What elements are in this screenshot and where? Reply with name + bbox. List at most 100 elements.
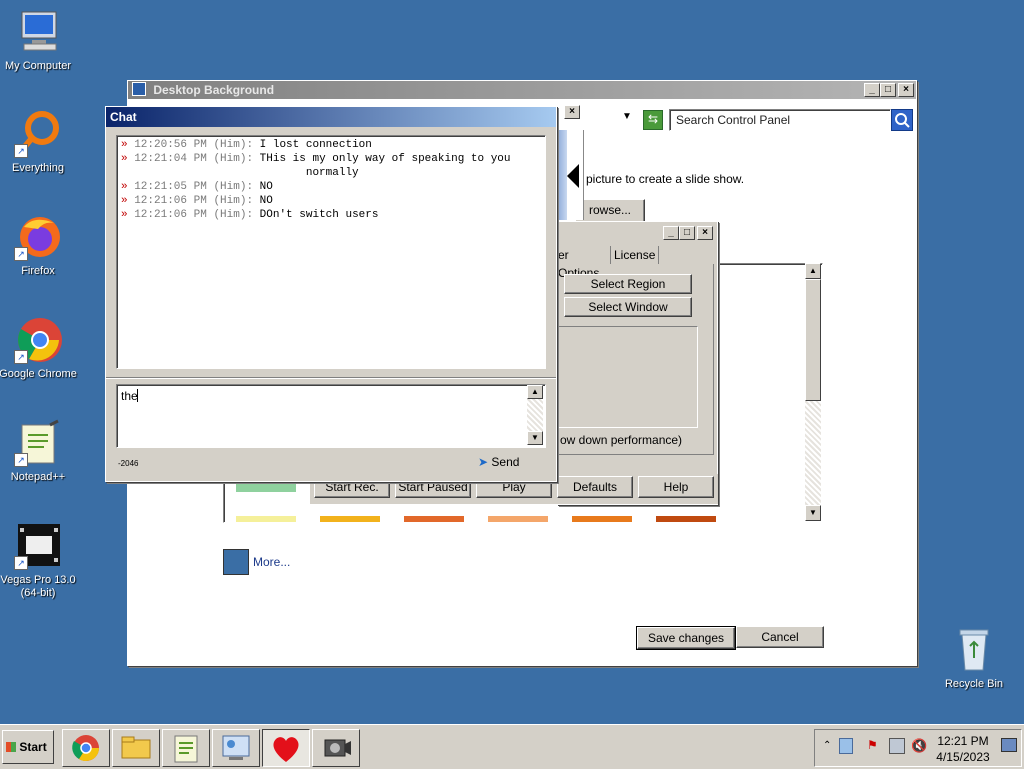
shortcut-arrow-icon: ↗ xyxy=(14,350,28,364)
collapse-arrow-icon[interactable] xyxy=(567,164,579,188)
color-swatch[interactable] xyxy=(488,516,548,522)
show-desktop-icon[interactable] xyxy=(1001,738,1017,752)
desktop-icon-label: Google Chrome xyxy=(0,368,77,380)
browse-button[interactable]: rowse... xyxy=(575,199,645,223)
chat-message: » 12:21:06 PM (Him): NO xyxy=(121,194,541,208)
maximize-button[interactable]: □ xyxy=(880,83,896,97)
tab-license[interactable]: License xyxy=(614,246,659,264)
recorder-minimize-button[interactable]: _ xyxy=(663,226,679,240)
select-window-button[interactable]: Select Window xyxy=(564,297,692,317)
more-color-swatch[interactable] xyxy=(223,549,249,575)
hidden-window-close-button[interactable]: × xyxy=(564,105,580,119)
desktop-icon-recycle-bin[interactable]: Recycle Bin xyxy=(934,626,1014,691)
chat-title: Chat xyxy=(110,110,137,124)
network-icon[interactable] xyxy=(889,738,905,754)
shortcut-arrow-icon: ↗ xyxy=(14,144,28,158)
message-timestamp: 12:21:05 PM xyxy=(134,181,207,193)
message-marker-icon: » xyxy=(121,209,135,221)
clock-date[interactable]: 4/15/2023 xyxy=(933,750,993,764)
desktop-icon-label: Vegas Pro 13.0 (64-bit) xyxy=(0,574,76,599)
taskbar-chrome[interactable] xyxy=(62,729,110,767)
defaults-button[interactable]: Defaults xyxy=(557,476,633,498)
message-marker-icon: » xyxy=(121,195,135,207)
chat-message: » 12:21:05 PM (Him): NO xyxy=(121,180,541,194)
send-button[interactable]: ➤ Send xyxy=(478,455,528,471)
chat-input[interactable]: the ▲ ▼ xyxy=(116,384,546,448)
window-app-icon xyxy=(132,82,146,96)
cancel-button[interactable]: Cancel xyxy=(736,626,824,648)
refresh-button[interactable]: ⇆ xyxy=(643,110,663,130)
color-swatch[interactable] xyxy=(320,516,380,522)
message-sender: (Him): xyxy=(213,181,254,193)
recorder-close-button[interactable]: × xyxy=(697,226,713,240)
taskbar-control-panel[interactable] xyxy=(212,729,260,767)
chat-input-scrollbar[interactable]: ▲ ▼ xyxy=(527,385,543,445)
color-swatch[interactable] xyxy=(656,516,716,522)
chat-message: » 12:21:04 PM (Him): THis is my only way… xyxy=(121,152,541,166)
chat-message: » 12:21:06 PM (Him): DOn't switch users xyxy=(121,208,541,222)
chat-messages: » 12:20:56 PM (Him): I lost connection» … xyxy=(117,136,545,224)
more-link[interactable]: More... xyxy=(253,555,290,569)
chat-log[interactable]: » 12:20:56 PM (Him): I lost connection» … xyxy=(116,135,546,369)
taskbar-explorer[interactable] xyxy=(112,729,160,767)
scroll-thumb[interactable] xyxy=(805,279,821,401)
desktop-icon-my-computer[interactable]: My Computer xyxy=(0,8,78,73)
recorder-maximize-button[interactable]: □ xyxy=(679,226,695,240)
performance-note: ow down performance) xyxy=(560,433,683,447)
save-changes-button[interactable]: Save changes xyxy=(636,626,736,650)
window-title: Desktop Background xyxy=(153,83,275,97)
message-marker-icon: » xyxy=(121,181,135,193)
color-swatch[interactable] xyxy=(236,516,296,522)
char-counter: -2046 xyxy=(118,459,139,468)
desktop-icon-vegas[interactable]: ↗ Vegas Pro 13.0 (64-bit) xyxy=(0,522,78,600)
action-center-icon[interactable]: ⚑ xyxy=(867,738,881,754)
desktop-icon-notepadpp[interactable]: ↗ Notepad++ xyxy=(0,419,78,484)
chat-message: » 12:20:56 PM (Him): I lost connection xyxy=(121,138,541,152)
volume-muted-icon[interactable]: 🔇 xyxy=(911,738,927,754)
color-swatch[interactable] xyxy=(572,516,632,522)
scroll-up-button[interactable]: ▲ xyxy=(805,263,821,279)
message-marker-icon: » xyxy=(121,153,135,165)
desktop-icon-firefox[interactable]: ↗ Firefox xyxy=(0,213,78,278)
start-label: Start xyxy=(19,740,47,754)
search-input[interactable]: Search Control Panel xyxy=(669,109,891,131)
taskbar-recorder[interactable] xyxy=(312,729,360,767)
scroll-down-button[interactable]: ▼ xyxy=(527,431,543,445)
chat-message: normally xyxy=(121,166,541,180)
show-hidden-icons-button[interactable]: ⌃ xyxy=(823,740,831,751)
start-button[interactable]: Start xyxy=(2,730,54,764)
desktop-icon-everything[interactable]: ↗ Everything xyxy=(0,110,78,175)
address-dropdown-arrow-icon[interactable]: ▼ xyxy=(622,111,632,122)
message-timestamp: 12:21:04 PM xyxy=(134,153,207,165)
hidden-window-strip xyxy=(557,130,584,220)
window-titlebar: Desktop Background _ □ × xyxy=(128,81,916,99)
picture-list-scrollbar[interactable]: ▲ ▼ xyxy=(805,263,821,521)
message-sender: (Him): xyxy=(213,195,254,207)
recorder-titlebar: _ □ × xyxy=(558,222,717,242)
system-tray: ⌃ ⚑ 🔇 12:21 PM 4/15/2023 xyxy=(814,729,1022,767)
minimize-button[interactable]: _ xyxy=(864,83,880,97)
taskbar-notepadpp[interactable] xyxy=(162,729,210,767)
vegas-film-icon: ↗ xyxy=(14,522,62,570)
taskbar-chat-app[interactable] xyxy=(262,729,310,767)
shortcut-arrow-icon: ↗ xyxy=(14,556,28,570)
tab-options[interactable]: er Options xyxy=(558,246,611,280)
clock-time[interactable]: 12:21 PM xyxy=(933,734,993,748)
windows-logo-icon xyxy=(6,742,16,752)
scroll-down-button[interactable]: ▼ xyxy=(805,505,821,521)
desktop-icon-label: Everything xyxy=(12,162,64,174)
select-region-button[interactable]: Select Region xyxy=(564,274,692,294)
help-button[interactable]: Help xyxy=(638,476,714,498)
tray-app-icon[interactable] xyxy=(839,738,853,754)
chat-window: Chat » 12:20:56 PM (Him): I lost connect… xyxy=(105,106,557,482)
desktop-icon-chrome[interactable]: ↗ Google Chrome xyxy=(0,316,78,381)
shortcut-arrow-icon: ↗ xyxy=(14,453,28,467)
search-button[interactable] xyxy=(891,109,913,131)
search-icon xyxy=(895,113,910,128)
scroll-up-button[interactable]: ▲ xyxy=(527,385,543,399)
picture-thumb[interactable] xyxy=(236,484,296,492)
color-swatch[interactable] xyxy=(404,516,464,522)
send-label: Send xyxy=(491,455,520,469)
close-button[interactable]: × xyxy=(898,83,914,97)
message-marker-icon: » xyxy=(121,139,135,151)
